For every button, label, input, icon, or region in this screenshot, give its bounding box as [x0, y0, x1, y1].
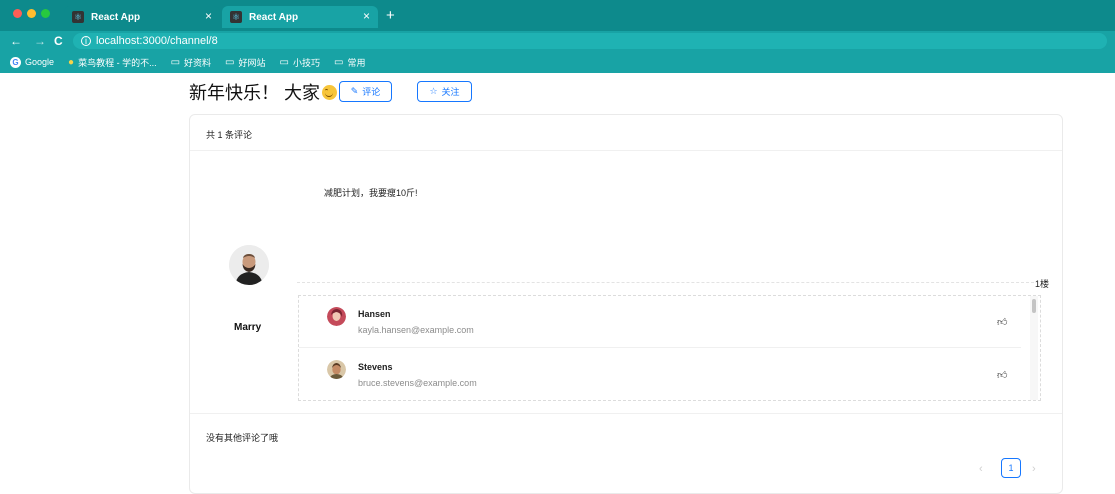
comment-card: 共 1 条评论 Marry 减肥计划，我要瘦10斤! 1楼 Hansen kay… [189, 114, 1063, 494]
reply-email: kayla.hansen@example.com [358, 325, 474, 335]
follow-button-label: 关注 [441, 87, 460, 97]
reload-button[interactable]: C [54, 34, 63, 48]
divider [297, 282, 1034, 283]
address-bar: ← → C i localhost:3000/channel/8 [0, 31, 1115, 51]
url-text: localhost:3000/channel/8 [96, 35, 218, 47]
close-window-button[interactable] [13, 9, 22, 18]
browser-tab-bar: ⚛ React App × ⚛ React App × + [0, 0, 1115, 31]
comment-content: 减肥计划，我要瘦10斤! [324, 188, 418, 198]
bookmark-runoob[interactable]: ● 菜鸟教程 - 学的不... [68, 56, 157, 69]
reply-email: bruce.stevens@example.com [358, 378, 477, 388]
reply-list[interactable]: Hansen kayla.hansen@example.com 👍︎ Steve… [298, 295, 1041, 401]
bookmark-label: 好网站 [238, 57, 266, 68]
maximize-window-button[interactable] [41, 9, 50, 18]
tab-title: React App [91, 11, 141, 23]
google-icon: G [10, 56, 21, 68]
floor-number: 1楼 [1035, 279, 1050, 289]
scrollbar-thumb[interactable] [1032, 299, 1036, 313]
bookmark-folder-1[interactable]: ▭ 好资料 [171, 56, 211, 69]
bookmark-folder-3[interactable]: ▭ 小技巧 [280, 56, 320, 69]
bookmark-folder-2[interactable]: ▭ 好网站 [225, 56, 265, 69]
react-icon: ⚛ [72, 11, 84, 23]
prev-page-button[interactable]: ‹ [979, 463, 983, 475]
comment-count: 共 1 条评论 [190, 115, 1062, 151]
folder-icon: ▭ [170, 56, 181, 68]
folder-icon: ▭ [333, 56, 344, 68]
reply-name: Stevens [358, 362, 393, 372]
page-title-text: 新年快乐！ 大家 [189, 83, 321, 103]
edit-icon: ✎ [350, 86, 359, 96]
bookmarks-bar: G Google ● 菜鸟教程 - 学的不... ▭ 好资料 ▭ 好网站 ▭ 小… [0, 51, 1115, 73]
url-input[interactable]: i localhost:3000/channel/8 [73, 33, 1107, 49]
author-name[interactable]: Marry [234, 322, 261, 333]
author-avatar[interactable] [229, 245, 269, 285]
back-button[interactable]: ← [10, 34, 22, 48]
page-1-button[interactable]: 1 [1001, 458, 1021, 478]
info-icon[interactable]: i [81, 36, 91, 46]
runoob-icon: ● [68, 56, 75, 68]
divider [190, 413, 1062, 414]
new-tab-button[interactable]: + [386, 7, 395, 24]
next-page-button[interactable]: › [1032, 463, 1036, 475]
like-icon[interactable]: 👍︎ [997, 316, 1007, 328]
list-item[interactable]: Stevens bruce.stevens@example.com 👍︎ [299, 349, 1021, 400]
forward-button[interactable]: → [34, 34, 46, 48]
reply-avatar[interactable] [327, 307, 346, 326]
minimize-window-button[interactable] [27, 9, 36, 18]
bookmark-folder-4[interactable]: ▭ 常用 [334, 56, 365, 69]
smile-emoji-icon [322, 84, 338, 100]
page-title: 新年快乐！ 大家 [189, 79, 338, 105]
bookmark-label: Google [25, 57, 55, 67]
comment-button[interactable]: ✎ 评论 [339, 81, 392, 102]
browser-tab-1[interactable]: ⚛ React App × [64, 6, 220, 28]
comment-button-label: 评论 [362, 87, 381, 97]
bookmark-label: 好资料 [184, 57, 212, 68]
follow-button[interactable]: ☆ 关注 [417, 81, 472, 102]
bookmark-label: 常用 [347, 57, 366, 68]
like-icon[interactable]: 👍︎ [997, 369, 1007, 381]
list-item[interactable]: Hansen kayla.hansen@example.com 👍︎ [299, 296, 1021, 348]
folder-icon: ▭ [279, 56, 289, 68]
reply-scrollbar[interactable] [1030, 296, 1038, 400]
star-icon: ☆ [429, 86, 438, 96]
bookmark-label: 菜鸟教程 - 学的不... [78, 57, 157, 68]
no-more-comments: 没有其他评论了哦 [206, 433, 279, 443]
bookmark-google[interactable]: G Google [10, 56, 55, 68]
bookmark-label: 小技巧 [292, 57, 320, 68]
react-icon: ⚛ [230, 11, 242, 23]
browser-tab-2[interactable]: ⚛ React App × [222, 6, 378, 28]
tab-title: React App [249, 11, 299, 23]
close-tab-icon[interactable]: × [363, 9, 370, 23]
reply-name: Hansen [358, 309, 391, 319]
reply-avatar[interactable] [327, 360, 346, 379]
close-tab-icon[interactable]: × [205, 9, 212, 23]
folder-icon: ▭ [225, 56, 235, 68]
